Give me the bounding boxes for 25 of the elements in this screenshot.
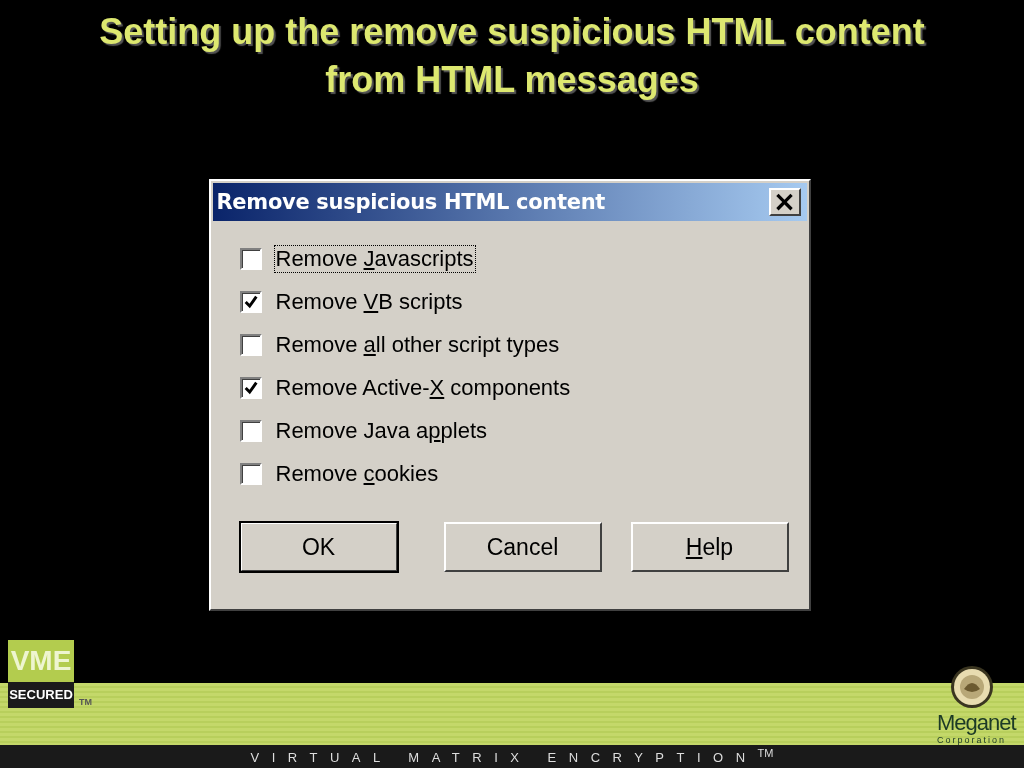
seal-icon <box>950 665 994 709</box>
close-button[interactable]: × <box>768 188 801 216</box>
checkbox[interactable] <box>239 334 262 356</box>
checkbox[interactable] <box>239 291 262 313</box>
tagline: VIRTUAL MATRIX ENCRYPTION$^{TM}$ <box>250 747 774 766</box>
checkbox-label[interactable]: Remove Active-X components <box>273 374 573 402</box>
trademark: TM <box>79 697 92 707</box>
checkbox-label[interactable]: Remove cookies <box>273 460 441 488</box>
slide-title: Setting up the remove suspicious HTML content from HTML messages <box>99 10 925 102</box>
checkbox-label[interactable]: Remove VB scripts <box>273 288 465 316</box>
dialog-button[interactable]: Help <box>630 522 789 572</box>
checkbox-label[interactable]: Remove all other script types <box>273 331 562 359</box>
checkbox-label[interactable]: Remove Java applets <box>273 417 490 445</box>
logo-text: VME <box>8 640 74 682</box>
checkbox[interactable] <box>239 377 262 399</box>
dialog-title: Remove suspicious HTML content <box>216 190 606 214</box>
logo-text: SECURED <box>8 682 74 708</box>
checkbox[interactable] <box>239 420 262 442</box>
dialog-button[interactable]: OK <box>239 522 398 572</box>
company-name: Meganet <box>937 710 1016 736</box>
checkbox-label[interactable]: Remove Javascripts <box>273 245 476 273</box>
checkbox[interactable] <box>239 463 262 485</box>
company-subtitle: Corporation <box>937 735 1007 745</box>
dialog-button[interactable]: Cancel <box>443 522 602 572</box>
checkbox[interactable] <box>239 248 262 270</box>
